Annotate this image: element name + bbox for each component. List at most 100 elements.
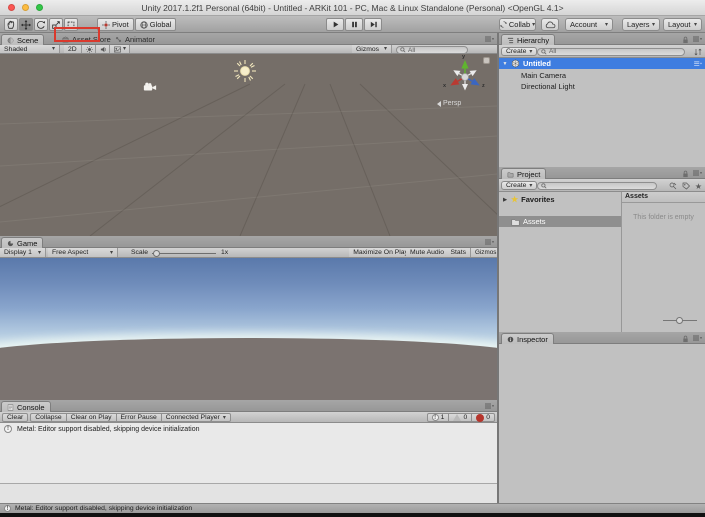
- display-dropdown[interactable]: Display 1 ▾: [0, 248, 46, 257]
- assets-folder-row[interactable]: Assets: [499, 216, 621, 227]
- project-create-dropdown[interactable]: Create ▾: [501, 181, 538, 190]
- move-tool-button[interactable]: [19, 18, 33, 31]
- cloud-services-button[interactable]: [541, 18, 559, 31]
- close-window-button[interactable]: [8, 4, 15, 11]
- collab-dropdown[interactable]: Collab ▾: [499, 18, 536, 31]
- console-log-entry[interactable]: ! Metal: Editor support disabled, skippi…: [0, 423, 497, 435]
- global-toggle-button[interactable]: Global: [134, 18, 177, 31]
- game-panel-menu-icon[interactable]: [485, 239, 494, 246]
- hierarchy-item-directional-light[interactable]: Directional Light: [499, 81, 705, 92]
- game-gizmos-label: Gizmos: [475, 249, 497, 256]
- scene-gizmos-dropdown[interactable]: Gizmos ▾: [352, 45, 392, 53]
- tab-game[interactable]: Game: [1, 237, 44, 248]
- minimize-window-button[interactable]: [22, 4, 29, 11]
- scale-tool-button[interactable]: [49, 18, 63, 31]
- inspector-tabstrip: Inspector: [499, 332, 705, 344]
- layout-dropdown[interactable]: Layout ▾: [663, 18, 702, 31]
- game-gizmos-dropdown[interactable]: Gizmos ▾: [471, 248, 501, 257]
- tab-scene[interactable]: Scene: [1, 34, 45, 45]
- hand-tool-button[interactable]: [4, 18, 18, 31]
- scene-context-menu-icon[interactable]: [694, 61, 702, 67]
- tab-inspector[interactable]: Inspector: [501, 333, 554, 344]
- hierarchy-sort-icon[interactable]: [694, 48, 702, 56]
- thumbnail-size-slider[interactable]: [663, 316, 697, 324]
- zoom-window-button[interactable]: [36, 4, 43, 11]
- hierarchy-item-untitled[interactable]: ▼ Untitled: [499, 58, 705, 69]
- pivot-toggle-button[interactable]: Pivot: [97, 18, 134, 31]
- inspector-lock-icon[interactable]: [682, 335, 689, 343]
- persp-mode-button[interactable]: Persp: [437, 100, 461, 107]
- game-viewport[interactable]: [0, 258, 497, 400]
- account-dropdown[interactable]: Account ▾: [565, 18, 613, 31]
- account-label: Account: [570, 20, 598, 29]
- project-panel-menu-icon[interactable]: [693, 170, 702, 177]
- hierarchy-search-input[interactable]: [549, 48, 681, 55]
- project-lock-icon[interactable]: [682, 170, 689, 178]
- foldout-icon[interactable]: ▶: [502, 197, 508, 203]
- 2d-toggle[interactable]: 2D: [64, 45, 82, 53]
- hierarchy-search-field[interactable]: [537, 47, 685, 56]
- tab-hierarchy[interactable]: Hierarchy: [501, 34, 556, 45]
- search-by-type-icon[interactable]: [669, 182, 677, 190]
- layers-dropdown[interactable]: Layers ▾: [622, 18, 660, 31]
- console-panel-menu-icon[interactable]: [485, 403, 494, 410]
- scene-lock-icon[interactable]: [483, 57, 490, 64]
- window-title: Unity 2017.1.2f1 Personal (64bit) - Unti…: [141, 3, 564, 13]
- tab-scene-label: Scene: [17, 35, 39, 45]
- scene-search-field[interactable]: [396, 46, 468, 54]
- empty-folder-message: This folder is empty: [633, 214, 694, 221]
- scale-slider-track[interactable]: [152, 252, 216, 254]
- error-pause-toggle[interactable]: Error Pause: [116, 413, 162, 422]
- project-search-input[interactable]: [549, 182, 653, 189]
- info-count: 1: [440, 414, 445, 421]
- scene-effects-dropdown[interactable]: ▾: [110, 45, 130, 53]
- play-button[interactable]: [326, 18, 344, 31]
- tab-animator[interactable]: Animator: [110, 34, 160, 45]
- stats-toggle[interactable]: Stats: [446, 248, 471, 257]
- clear-on-play-toggle[interactable]: Clear on Play: [66, 413, 117, 422]
- project-column-divider[interactable]: [621, 192, 622, 332]
- directional-light-gizmo-icon[interactable]: [233, 59, 257, 83]
- collapse-toggle[interactable]: Collapse: [30, 413, 67, 422]
- connected-player-dropdown[interactable]: Connected Player ▾: [161, 413, 231, 422]
- scene-lighting-toggle[interactable]: [82, 45, 96, 53]
- inspector-panel-menu-icon[interactable]: [693, 335, 702, 342]
- project-search-field[interactable]: [537, 181, 657, 190]
- search-icon: [400, 47, 406, 53]
- camera-gizmo-icon[interactable]: [143, 82, 157, 91]
- aspect-dropdown[interactable]: Free Aspect ▾: [48, 248, 118, 257]
- tab-asset-store[interactable]: Asset Store: [57, 34, 116, 45]
- search-by-label-icon[interactable]: [682, 182, 690, 190]
- scene-search-input[interactable]: [408, 46, 464, 54]
- status-bar[interactable]: ! Metal: Editor support disabled, skippi…: [0, 503, 705, 513]
- hand-tool-icon: [6, 20, 16, 30]
- info-filter-toggle[interactable]: ! 1: [426, 413, 450, 422]
- tab-console[interactable]: Console: [1, 401, 51, 412]
- scene-panel-menu-icon[interactable]: [485, 36, 494, 43]
- clear-label: Clear: [7, 414, 24, 421]
- hierarchy-create-dropdown[interactable]: Create ▾: [501, 47, 538, 56]
- hierarchy-item-main-camera[interactable]: Main Camera: [499, 70, 705, 81]
- clear-button[interactable]: Clear: [2, 413, 29, 422]
- foldout-icon[interactable]: ▼: [502, 61, 508, 67]
- global-label: Global: [149, 20, 172, 29]
- step-button[interactable]: [364, 18, 382, 31]
- scene-audio-toggle[interactable]: [96, 45, 110, 53]
- hierarchy-panel-menu-icon[interactable]: [693, 36, 702, 43]
- rotate-tool-button[interactable]: [34, 18, 48, 31]
- error-filter-toggle[interactable]: 0: [472, 413, 495, 422]
- tab-project[interactable]: Project: [501, 168, 547, 179]
- favorites-filter-icon[interactable]: ★: [695, 182, 702, 191]
- hierarchy-lock-icon[interactable]: [682, 36, 689, 44]
- maximize-on-play-toggle[interactable]: Maximize On Play: [349, 248, 413, 257]
- orientation-gizmo[interactable]: y x z: [442, 54, 488, 100]
- move-tool-icon: [21, 19, 31, 30]
- rect-tool-button[interactable]: [64, 18, 78, 31]
- slider-handle[interactable]: [676, 317, 683, 324]
- mute-audio-toggle[interactable]: Mute Audio: [405, 248, 449, 257]
- warning-filter-toggle[interactable]: 0: [449, 413, 473, 422]
- pause-button[interactable]: [345, 18, 363, 31]
- scale-slider-handle[interactable]: [153, 249, 160, 257]
- shading-mode-dropdown[interactable]: Shaded ▾: [0, 45, 60, 53]
- scene-viewport[interactable]: y x z Persp: [0, 54, 497, 236]
